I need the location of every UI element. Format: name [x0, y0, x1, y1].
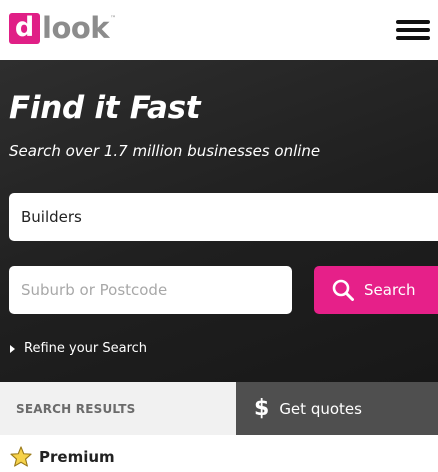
business-search-value: Builders — [21, 208, 82, 226]
dlook-logo[interactable]: d look ™ — [9, 10, 116, 44]
site-header: d look ™ — [0, 0, 438, 60]
premium-label: Premium — [39, 447, 115, 466]
search-hero: Find it Fast Search over 1.7 million bus… — [0, 60, 438, 382]
refine-search-label: Refine your Search — [24, 341, 148, 356]
logo-mark: d — [9, 13, 40, 44]
search-button-label: Search — [364, 281, 416, 299]
tab-search-results-label: SEARCH RESULTS — [16, 401, 136, 416]
caret-right-icon — [10, 344, 15, 353]
star-icon — [10, 446, 32, 467]
logo-wordmark: look — [42, 11, 110, 45]
search-button[interactable]: Search — [314, 266, 438, 314]
hero-subtitle: Search over 1.7 million businesses onlin… — [9, 142, 321, 160]
dollar-icon: $ — [254, 396, 270, 421]
location-placeholder: Suburb or Postcode — [21, 281, 168, 299]
hamburger-menu-icon[interactable] — [396, 20, 430, 40]
refine-search-toggle[interactable]: Refine your Search — [10, 341, 147, 356]
hero-title: Find it Fast — [9, 90, 201, 126]
results-tabs: SEARCH RESULTS $ Get quotes — [0, 382, 438, 435]
location-input[interactable]: Suburb or Postcode — [9, 266, 292, 314]
business-search-input[interactable]: Builders — [9, 193, 438, 241]
tab-get-quotes[interactable]: $ Get quotes — [236, 382, 438, 435]
logo-trademark: ™ — [110, 15, 117, 22]
search-icon — [332, 279, 354, 301]
tab-search-results[interactable]: SEARCH RESULTS — [0, 382, 236, 435]
tab-get-quotes-label: Get quotes — [279, 399, 362, 418]
premium-section-heading: Premium — [10, 446, 115, 467]
